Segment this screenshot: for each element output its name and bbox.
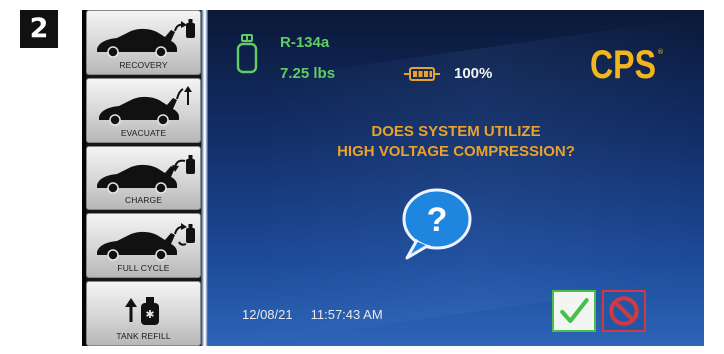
- current-date: 12/08/21: [242, 307, 293, 322]
- svg-text:✱: ✱: [145, 308, 154, 321]
- sidebar-item-evacuate[interactable]: EVACUATE: [86, 77, 201, 143]
- prompt-line-2: HIGH VOLTAGE COMPRESSION?: [337, 143, 575, 160]
- tank-weight: 7.25 lbs: [280, 65, 336, 82]
- step-number-badge: 2: [20, 10, 58, 48]
- car-hood-open-from-tank-icon: [97, 154, 195, 194]
- refrigerant-tank-icon: [236, 34, 258, 74]
- checkmark-icon: [560, 298, 589, 323]
- car-hood-open-vacuum-arrow-icon: [99, 85, 192, 126]
- confirm-yes-button[interactable]: [552, 290, 596, 332]
- car-hood-open-to-tank-icon: [97, 19, 195, 58]
- prompt-question: DOES SYSTEM UTILIZE HIGH VOLTAGE COMPRES…: [228, 122, 684, 162]
- sidebar-item-label: RECOVERY: [119, 59, 168, 70]
- device-display: RECOVERY EVACUATE CHARGE FULL CYCLE ✱ TA…: [82, 10, 704, 346]
- panel-divider: [201, 10, 208, 346]
- sidebar-item-full-cycle[interactable]: FULL CYCLE: [86, 213, 201, 279]
- sidebar-item-tank-refill[interactable]: ✱ TANK REFILL: [86, 281, 201, 346]
- sidebar-item-recovery[interactable]: RECOVERY: [86, 10, 201, 75]
- date-time: 12/08/21 11:57:43 AM: [242, 307, 383, 322]
- sidebar-item-charge[interactable]: CHARGE: [86, 145, 201, 211]
- svg-text:CPS: CPS: [590, 43, 656, 86]
- sidebar-item-label: EVACUATE: [120, 127, 167, 138]
- car-hood-open-cycle-tank-icon: [97, 223, 195, 262]
- battery-icon: [404, 67, 440, 81]
- refrigerant-type: R-134a: [280, 34, 330, 51]
- svg-text:®: ®: [657, 48, 664, 56]
- main-screen: R-134a 7.25 lbs 100% CPS ® DOES SYSTEM U…: [208, 10, 704, 346]
- current-time: 11:57:43 AM: [310, 307, 383, 322]
- sidebar-item-label: FULL CYCLE: [117, 263, 170, 274]
- cancel-no-button[interactable]: [602, 290, 646, 332]
- prohibited-icon: [609, 296, 639, 326]
- cps-logo: CPS ®: [590, 43, 664, 86]
- prompt-line-1: DOES SYSTEM UTILIZE: [371, 123, 541, 140]
- sidebar-item-label: CHARGE: [125, 195, 162, 206]
- svg-text:?: ?: [427, 201, 448, 239]
- battery-level: 100%: [454, 65, 493, 82]
- sidebar-item-label: TANK REFILL: [116, 330, 171, 341]
- question-bubble-icon: ?: [402, 188, 472, 260]
- sidebar: RECOVERY EVACUATE CHARGE FULL CYCLE ✱ TA…: [86, 10, 201, 346]
- tank-refill-icon: ✱: [125, 297, 159, 326]
